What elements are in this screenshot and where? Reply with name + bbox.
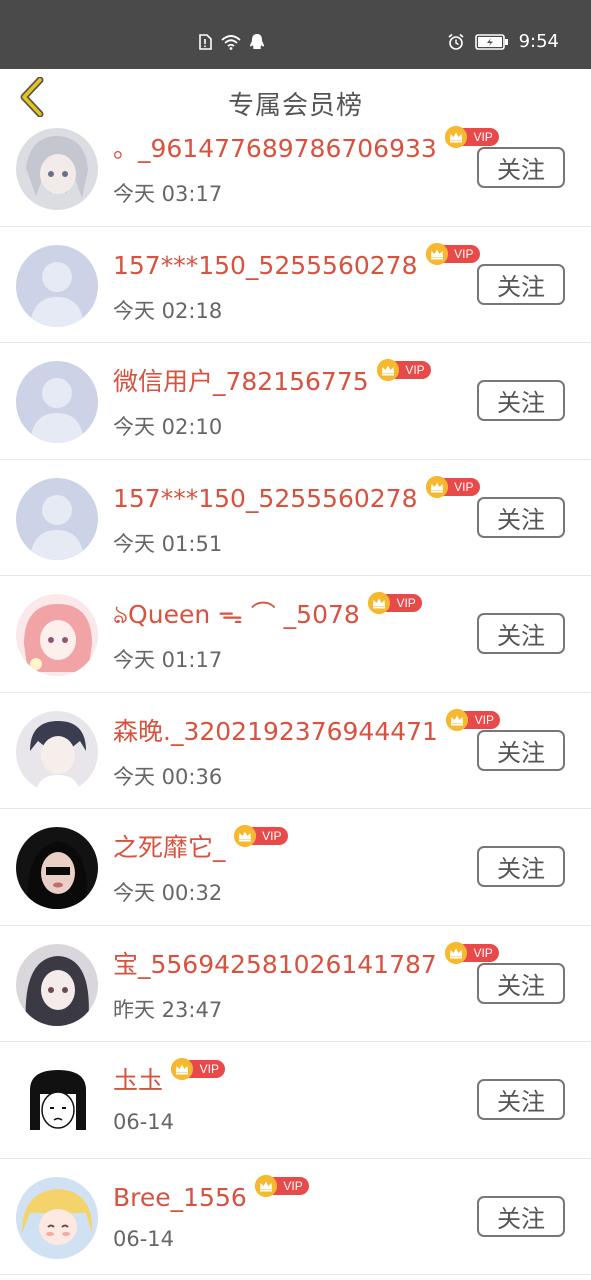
alarm-icon	[448, 33, 464, 50]
vip-badge: VIP	[444, 126, 499, 148]
follow-button[interactable]: 关注	[477, 263, 565, 305]
name-line: 宝_556942581026141787 VIP	[113, 941, 499, 982]
member-row[interactable]: 微信用户_782156775 VIP 今天 02:10 关注	[0, 343, 591, 460]
member-time: 昨天 23:47	[113, 997, 223, 1022]
member-time: 今天 01:51	[113, 531, 223, 556]
name-line: ঌQueen ᯓ ⌒ _5078 VIP	[113, 592, 422, 632]
member-time: 今天 02:18	[113, 298, 223, 323]
member-name[interactable]: 圡圡	[113, 1064, 163, 1098]
follow-button[interactable]: 关注	[477, 729, 565, 771]
crown-icon	[425, 242, 448, 265]
crown-icon	[445, 708, 468, 731]
crown-icon	[425, 475, 448, 498]
member-row[interactable]: 157***150_5255560278 VIP 今天 02:18 关注	[0, 227, 591, 343]
member-list[interactable]: 。_961477689786706933 VIP 今天 03:17 关注 157…	[0, 110, 591, 1275]
status-bar: 9:54	[0, 0, 591, 69]
name-line: 。_961477689786706933 VIP	[113, 126, 499, 166]
wifi-icon	[221, 35, 241, 50]
vip-badge: VIP	[425, 242, 480, 265]
member-name[interactable]: ঌQueen ᯓ ⌒ _5078	[113, 598, 360, 632]
member-name[interactable]: 之死靡它_	[113, 831, 226, 865]
avatar[interactable]	[16, 128, 98, 210]
crown-icon	[254, 1174, 277, 1197]
follow-button[interactable]: 关注	[477, 147, 565, 188]
follow-button[interactable]: 关注	[477, 846, 565, 887]
member-row[interactable]: 之死靡它_ VIP 今天 00:32 关注	[0, 809, 591, 926]
status-icons-right: 9:54	[447, 31, 559, 52]
follow-button[interactable]: 关注	[477, 496, 565, 538]
crown-icon	[367, 592, 390, 614]
qq-icon	[250, 34, 264, 49]
member-row[interactable]: ঌQueen ᯓ ⌒ _5078 VIP 今天 01:17 关注	[0, 576, 591, 693]
avatar[interactable]	[16, 943, 98, 1026]
member-row[interactable]: Bree_1556 VIP 06-14 关注	[0, 1159, 591, 1275]
follow-button[interactable]: 关注	[477, 962, 565, 1004]
vip-badge: VIP	[444, 941, 499, 964]
follow-button[interactable]: 关注	[477, 613, 565, 654]
avatar[interactable]	[16, 594, 98, 676]
member-name[interactable]: 157***150_5255560278	[113, 249, 418, 283]
crown-icon	[444, 126, 467, 148]
avatar[interactable]	[16, 244, 98, 327]
vip-badge: VIP	[233, 825, 288, 847]
avatar[interactable]	[16, 710, 98, 793]
name-line: 157***150_5255560278 VIP	[113, 242, 480, 283]
clock: 9:54	[518, 31, 559, 52]
member-name[interactable]: 。_961477689786706933	[113, 132, 437, 166]
vip-badge: VIP	[425, 475, 480, 498]
status-icons-center	[196, 33, 266, 51]
crown-icon	[171, 1058, 194, 1080]
crown-icon	[444, 941, 467, 964]
follow-button[interactable]: 关注	[477, 1195, 565, 1237]
battery-icon	[474, 33, 508, 50]
avatar[interactable]	[16, 361, 98, 443]
name-line: 圡圡 VIP	[113, 1058, 226, 1098]
avatar[interactable]	[16, 477, 98, 560]
vip-badge: VIP	[254, 1174, 309, 1197]
member-name[interactable]: 宝_556942581026141787	[113, 948, 437, 982]
avatar[interactable]	[16, 1060, 98, 1142]
member-row[interactable]: 森晚._3202192376944471 VIP 今天 00:36 关注	[0, 693, 591, 809]
member-row[interactable]: 。_961477689786706933 VIP 今天 03:17 关注	[0, 110, 591, 227]
member-time: 06-14	[113, 1226, 175, 1251]
vip-badge: VIP	[367, 592, 422, 614]
member-time: 今天 00:32	[113, 881, 223, 905]
avatar[interactable]	[16, 1176, 98, 1259]
sim-icon	[199, 34, 212, 50]
vip-badge: VIP	[376, 359, 431, 381]
member-row[interactable]: 157***150_5255560278 VIP 今天 01:51 关注	[0, 460, 591, 576]
follow-button[interactable]: 关注	[477, 380, 565, 421]
member-name[interactable]: Bree_1556	[113, 1181, 247, 1215]
vip-badge: VIP	[445, 708, 500, 731]
member-name[interactable]: 157***150_5255560278	[113, 482, 418, 516]
member-time: 今天 00:36	[113, 764, 223, 789]
name-line: 微信用户_782156775 VIP	[113, 359, 431, 399]
member-name[interactable]: 微信用户_782156775	[113, 365, 369, 399]
name-line: Bree_1556 VIP	[113, 1174, 309, 1215]
name-line: 森晚._3202192376944471 VIP	[113, 708, 500, 749]
crown-icon	[376, 359, 399, 381]
crown-icon	[233, 825, 256, 847]
member-time: 今天 02:10	[113, 415, 223, 439]
follow-button[interactable]: 关注	[477, 1079, 565, 1120]
avatar[interactable]	[16, 827, 98, 909]
member-row[interactable]: 圡圡 VIP 06-14 关注	[0, 1042, 591, 1159]
name-line: 之死靡它_ VIP	[113, 825, 288, 865]
member-time: 06-14	[113, 1110, 175, 1134]
vip-badge: VIP	[171, 1058, 226, 1080]
name-line: 157***150_5255560278 VIP	[113, 475, 480, 516]
member-time: 今天 03:17	[113, 182, 223, 206]
member-name[interactable]: 森晚._3202192376944471	[113, 715, 438, 749]
member-row[interactable]: 宝_556942581026141787 VIP 昨天 23:47 关注	[0, 926, 591, 1042]
member-time: 今天 01:17	[113, 648, 223, 672]
